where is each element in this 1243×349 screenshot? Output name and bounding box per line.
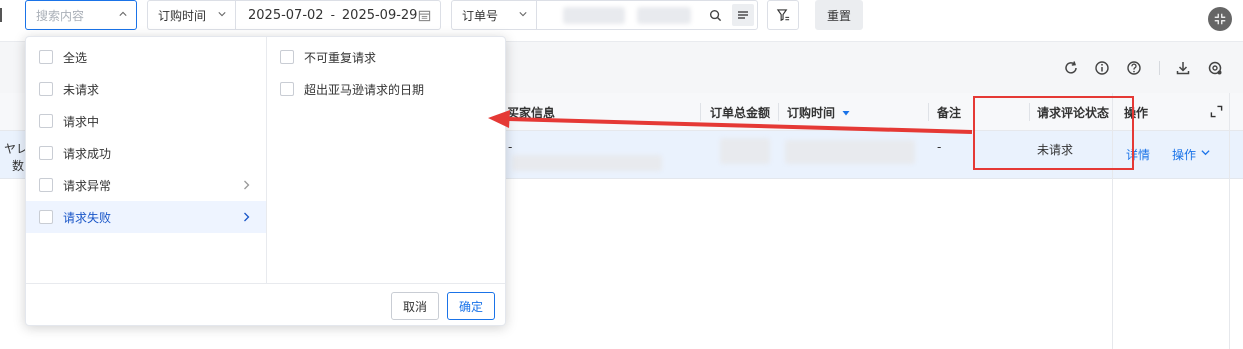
checkbox[interactable] [39,210,53,224]
row-buyer-info: - [508,140,513,154]
reset-label: 重置 [826,8,851,23]
redacted-value [563,7,625,24]
header-separator [928,103,929,121]
checkbox[interactable] [39,178,53,192]
option-request-exception[interactable]: 请求异常 [26,169,266,201]
chevron-right-icon [244,180,250,190]
calendar-icon [418,10,431,22]
redacted-value [512,155,662,171]
info-icon[interactable] [1094,60,1110,76]
redacted-value [720,138,770,164]
lines-icon [738,11,748,19]
help-icon[interactable] [1126,60,1142,76]
header-separator [700,103,701,121]
option-label: 超出亚马逊请求的日期 [304,82,425,97]
option-label: 不可重复请求 [304,50,377,65]
option-label: 请求中 [63,114,100,129]
reset-button[interactable]: 重置 [815,0,863,30]
date-field-select[interactable]: 订购时间 [147,0,235,30]
compress-icon [1214,13,1226,25]
date-field-label: 订购时间 [158,8,207,23]
header-remark: 备注 [937,106,962,120]
option-label: 未请求 [63,82,100,97]
multi-line-input-button[interactable] [732,4,754,26]
option-requesting[interactable]: 请求中 [26,105,266,137]
order-field-select[interactable]: 订单号 [451,0,536,30]
row-remark: - [937,140,942,154]
checkbox[interactable] [280,50,294,64]
advanced-filter-button[interactable] [767,0,799,30]
confirm-label: 确定 [458,299,483,314]
sort-desc-icon[interactable] [842,109,850,117]
order-number-input[interactable] [536,0,758,30]
column-settings-icon[interactable] [1207,60,1223,76]
annotation-highlight-box [973,96,1134,170]
redacted-value [637,7,691,24]
filter-clear-icon [776,8,789,21]
header-buyer-info: 买家信息 [507,106,556,120]
dropdown-footer: 取消 确定 [26,283,505,325]
option-label: 请求异常 [63,178,112,193]
search-placeholder: 搜索内容 [36,8,85,23]
toolbar-divider [1159,61,1160,75]
checkbox[interactable] [39,146,53,160]
date-range-picker[interactable]: 2025-07-02 - 2025-09-29 [235,0,441,30]
refresh-icon[interactable] [1063,60,1079,76]
chevron-up-icon [119,11,127,16]
search-icon[interactable] [709,9,722,22]
option-select-all[interactable]: 全选 [26,41,266,73]
date-end: 2025-09-29 [341,7,418,23]
checkbox[interactable] [280,82,294,96]
status-dropdown: 全选 未请求 请求中 请求成功 请求异常 请求失败 不可重复请求 超出亚马逊请求… [25,36,506,326]
header-order-total: 订单总金额 [710,106,771,120]
header-order-time[interactable]: 订购时间 [787,104,835,121]
header-separator [778,103,779,121]
row-left-snippet: 数 [12,159,25,173]
collapse-filter-button[interactable] [1208,7,1232,31]
chevron-down-icon [218,12,226,17]
option-label: 请求成功 [63,146,112,161]
chevron-down-icon [519,12,527,17]
date-separator: - [330,8,335,22]
order-field-label: 订单号 [462,8,499,23]
option-label: 全选 [63,50,88,65]
chevron-right-icon [244,212,250,222]
checkbox[interactable] [39,82,53,96]
date-start: 2025-07-02 [248,7,324,23]
search-select[interactable]: 搜索内容 [25,0,137,30]
confirm-button[interactable]: 确定 [447,292,495,320]
cancel-label: 取消 [402,299,427,314]
checkbox[interactable] [39,114,53,128]
cancel-button[interactable]: 取消 [391,292,439,320]
filter-bar: 搜索内容 订购时间 2025-07-02 - 2025-09-29 订单号 重置 [0,0,1243,34]
option-past-amazon-date[interactable]: 超出亚马逊请求的日期 [267,73,505,105]
redacted-value [785,140,915,164]
left-edge-line [0,8,2,22]
option-not-requested[interactable]: 未请求 [26,73,266,105]
download-icon[interactable] [1175,60,1191,76]
checkbox[interactable] [39,50,53,64]
option-non-repeatable[interactable]: 不可重复请求 [267,41,505,73]
option-request-success[interactable]: 请求成功 [26,137,266,169]
option-label: 请求失败 [63,210,112,225]
option-request-failed[interactable]: 请求失败 [26,201,266,233]
